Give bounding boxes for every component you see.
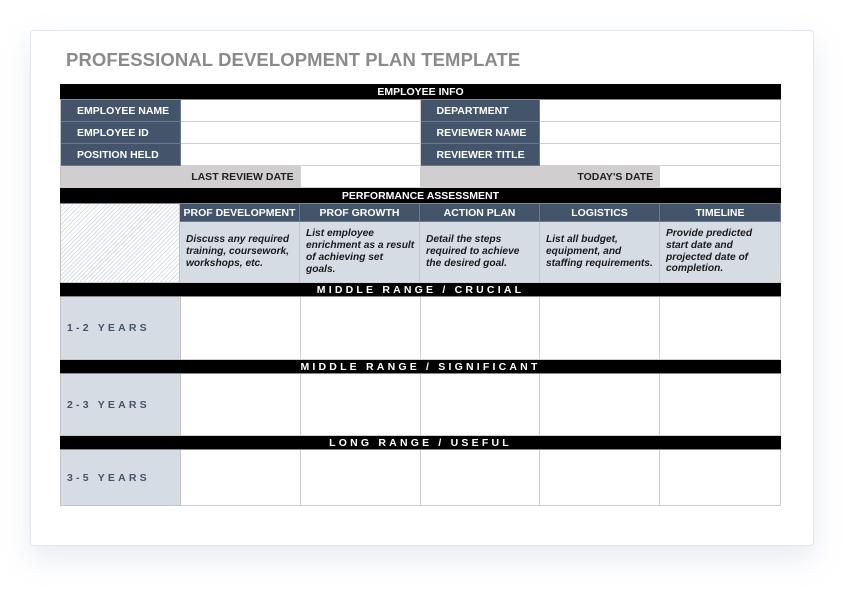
col-prof-growth: PROF GROWTH [300, 204, 420, 222]
employee-row-2: EMPLOYEE ID REVIEWER NAME [60, 122, 781, 144]
cell-logistics[interactable] [540, 297, 661, 360]
employee-row-1: EMPLOYEE NAME DEPARTMENT [60, 100, 781, 122]
employee-id-field[interactable] [180, 122, 421, 144]
reviewer-name-label: REVIEWER NAME [420, 122, 541, 144]
cell-timeline[interactable] [660, 374, 781, 436]
column-headers: PROF DEVELOPMENT PROF GROWTH ACTION PLAN… [180, 204, 781, 222]
cell-prof-development[interactable] [180, 374, 301, 436]
column-descriptions: Discuss any required training, coursewor… [180, 222, 781, 283]
cell-logistics[interactable] [540, 374, 661, 436]
employee-id-label: EMPLOYEE ID [61, 122, 181, 144]
position-held-field[interactable] [180, 144, 421, 166]
cell-prof-growth[interactable] [300, 374, 421, 436]
reviewer-name-field[interactable] [540, 122, 781, 144]
cell-timeline[interactable] [660, 450, 781, 506]
cell-logistics[interactable] [540, 450, 661, 506]
hatched-corner-cell [61, 204, 180, 283]
section-row-3-5-years: 3-5 YEARS [60, 450, 781, 506]
cell-prof-growth[interactable] [300, 450, 421, 506]
row-label-2-3-years: 2-3 YEARS [61, 374, 181, 436]
performance-columns: PROF DEVELOPMENT PROF GROWTH ACTION PLAN… [180, 204, 781, 283]
last-review-date-label: LAST REVIEW DATE [61, 166, 301, 188]
employee-row-3: POSITION HELD REVIEWER TITLE [60, 144, 781, 166]
employee-info-header: EMPLOYEE INFO [60, 84, 781, 100]
dates-row: LAST REVIEW DATE TODAY'S DATE [60, 166, 781, 188]
cell-prof-development[interactable] [180, 297, 301, 360]
reviewer-title-field[interactable] [540, 144, 781, 166]
performance-header-block: PROF DEVELOPMENT PROF GROWTH ACTION PLAN… [60, 204, 781, 283]
department-field[interactable] [540, 100, 781, 122]
department-label: DEPARTMENT [420, 100, 541, 122]
row-label-3-5-years: 3-5 YEARS [61, 450, 181, 506]
section-band-significant: MIDDLE RANGE / SIGNIFICANT [60, 360, 781, 374]
cell-action-plan[interactable] [420, 374, 541, 436]
cell-prof-growth[interactable] [300, 297, 421, 360]
last-review-date-field[interactable] [300, 166, 421, 188]
desc-action-plan: Detail the steps required to achieve the… [420, 222, 540, 283]
cell-action-plan[interactable] [420, 297, 541, 360]
todays-date-label: TODAY'S DATE [420, 166, 661, 188]
section-row-2-3-years: 2-3 YEARS [60, 374, 781, 436]
employee-name-label: EMPLOYEE NAME [61, 100, 181, 122]
section-band-crucial: MIDDLE RANGE / CRUCIAL [60, 283, 781, 297]
cell-prof-development[interactable] [180, 450, 301, 506]
desc-prof-growth: List employee enrichment as a result of … [300, 222, 420, 283]
desc-prof-development: Discuss any required training, coursewor… [180, 222, 300, 283]
performance-assessment-header: PERFORMANCE ASSESSMENT [60, 188, 781, 204]
col-timeline: TIMELINE [660, 204, 781, 222]
position-held-label: POSITION HELD [61, 144, 181, 166]
section-row-1-2-years: 1-2 YEARS [60, 297, 781, 360]
desc-logistics: List all budget, equipment, and staffing… [540, 222, 660, 283]
cell-timeline[interactable] [660, 297, 781, 360]
section-band-useful: LONG RANGE / USEFUL [60, 436, 781, 450]
todays-date-field[interactable] [660, 166, 781, 188]
col-logistics: LOGISTICS [540, 204, 660, 222]
reviewer-title-label: REVIEWER TITLE [420, 144, 541, 166]
cell-action-plan[interactable] [420, 450, 541, 506]
col-prof-development: PROF DEVELOPMENT [180, 204, 300, 222]
page-title: PROFESSIONAL DEVELOPMENT PLAN TEMPLATE [66, 49, 521, 70]
col-action-plan: ACTION PLAN [420, 204, 540, 222]
plan-sheet: EMPLOYEE INFO EMPLOYEE NAME DEPARTMENT E… [60, 84, 781, 506]
employee-name-field[interactable] [180, 100, 421, 122]
row-label-1-2-years: 1-2 YEARS [61, 297, 181, 360]
desc-timeline: Provide predicted start date and project… [660, 222, 781, 283]
